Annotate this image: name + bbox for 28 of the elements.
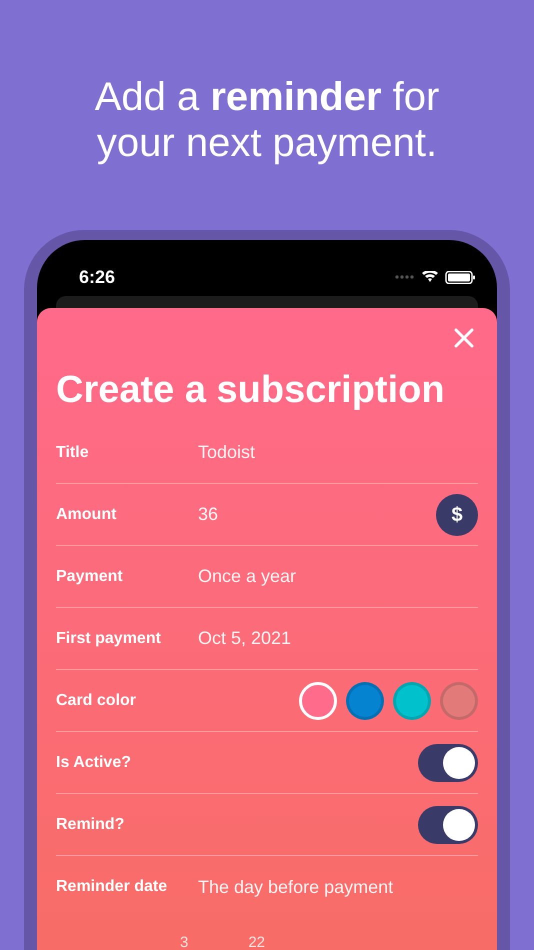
headline: Add a reminder for your next payment. — [94, 74, 440, 166]
field-value[interactable]: Todoist — [198, 439, 256, 466]
field-label: Payment — [56, 566, 124, 586]
field-value[interactable]: Once a year — [198, 563, 296, 590]
field-value[interactable]: 36 — [198, 501, 218, 528]
wifi-icon — [421, 271, 439, 283]
field-value[interactable]: The day before payment — [198, 874, 394, 900]
field-label: Title — [56, 442, 90, 462]
field-value[interactable]: Oct 5, 2021 — [198, 625, 292, 652]
field-label: Amount — [56, 504, 118, 524]
status-time: 6:26 — [79, 266, 116, 288]
picker-value[interactable]: 3 — [180, 932, 188, 950]
field-label: Is Active? — [56, 752, 132, 772]
toggle-switch[interactable] — [418, 806, 478, 844]
field-label: Reminder date — [56, 877, 168, 897]
color-swatch[interactable] — [346, 682, 384, 720]
signal-icon — [395, 275, 415, 279]
sheet-title: Create a subscription — [56, 368, 446, 412]
toggle-switch[interactable] — [418, 744, 478, 782]
color-swatch[interactable] — [440, 682, 478, 720]
battery-icon — [445, 270, 475, 284]
color-swatch[interactable] — [393, 682, 431, 720]
field-label: First payment — [56, 628, 162, 648]
field-label: Remind? — [56, 814, 126, 834]
close-icon[interactable] — [454, 328, 474, 348]
picker-value[interactable]: 22 — [248, 932, 266, 950]
currency-button[interactable]: $ — [436, 494, 478, 536]
field-label: Card color — [56, 690, 138, 710]
